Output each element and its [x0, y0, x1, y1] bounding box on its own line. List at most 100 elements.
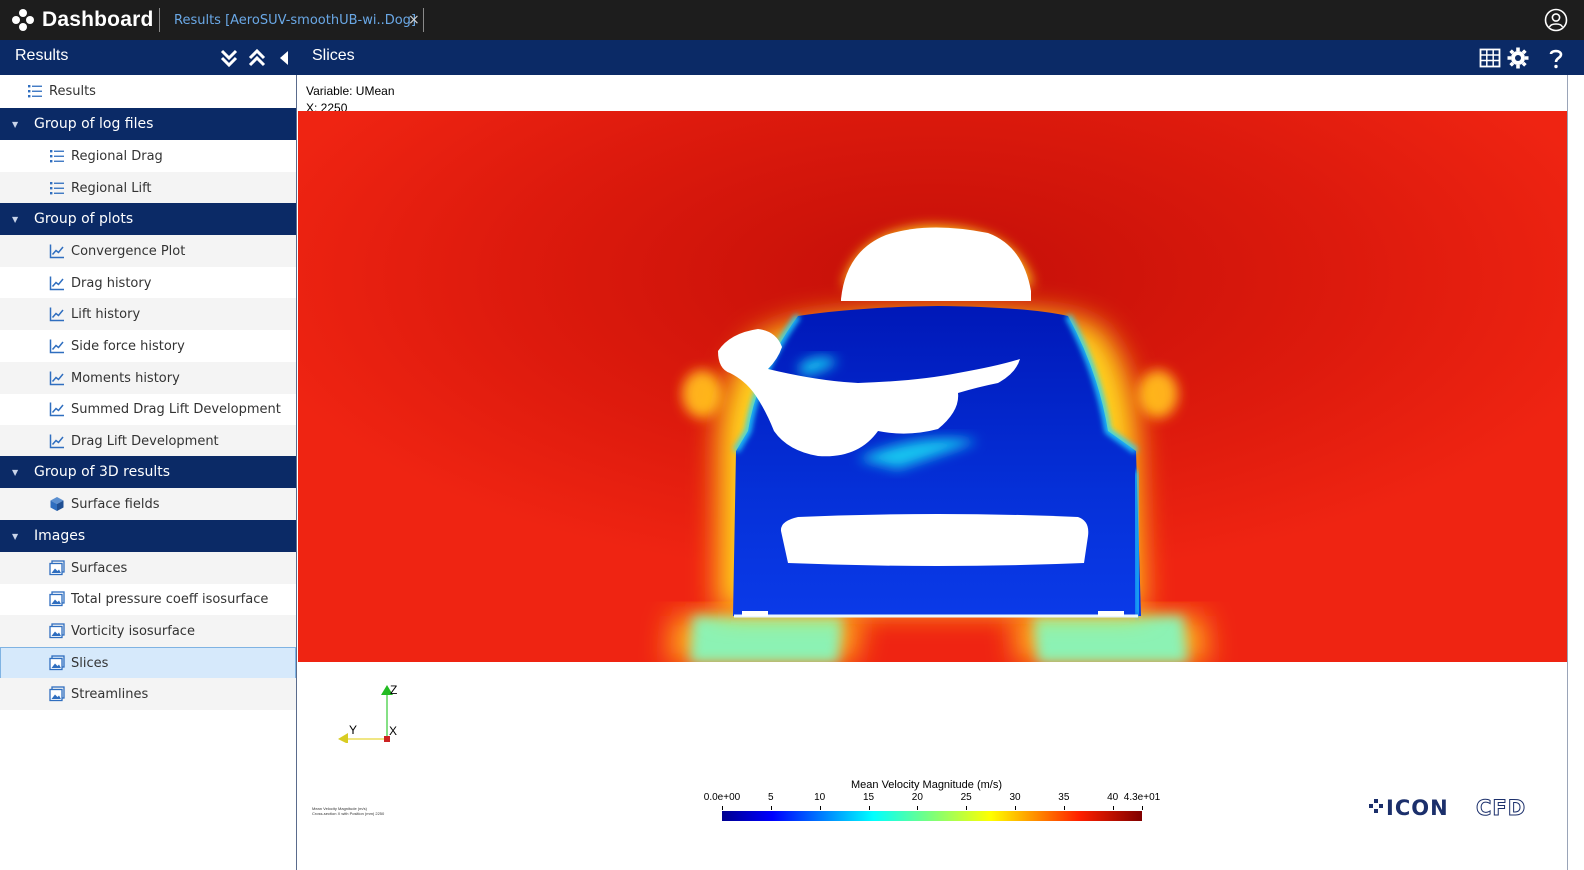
sidebar-item-label: Streamlines: [71, 686, 149, 702]
colorbar-tick-label: 5: [768, 792, 774, 803]
sidebar-item-regional-lift[interactable]: Regional Lift: [0, 172, 296, 204]
group-images[interactable]: ▼ Images: [0, 520, 296, 552]
iconcfd-logo: ICON CFD: [1369, 796, 1526, 821]
line-chart-icon: [49, 307, 64, 322]
colorbar-tick-label: 15: [862, 792, 875, 803]
sidebar-item-moments-history[interactable]: Moments history: [0, 362, 296, 394]
caret-down-icon: ▼: [12, 467, 19, 477]
variable-label: Variable: UMean: [306, 84, 395, 98]
sidebar-item-label: Lift history: [71, 306, 141, 322]
image-icon: [49, 591, 65, 607]
sidebar-item-label: Surfaces: [71, 560, 128, 576]
sidebar-item-label: Drag history: [71, 275, 152, 291]
sidebar-item-convergence-plot[interactable]: Convergence Plot: [0, 235, 296, 267]
image-icon: [49, 623, 65, 639]
close-tab-icon[interactable]: ×: [408, 12, 420, 28]
left-panel-title: Results: [15, 47, 69, 64]
settings-gear-icon[interactable]: [1506, 46, 1530, 70]
sidebar-item-results[interactable]: Results: [0, 75, 296, 107]
cube-icon: [50, 497, 64, 511]
top-separator: [159, 8, 160, 32]
results-tab-label: Results [AeroSUV-smoothUB-wi..Dog]: [174, 12, 417, 28]
colorbar-tick-label: 25: [960, 792, 972, 803]
top-separator: [423, 8, 424, 32]
panel-header-bar: Results Slices: [0, 40, 1584, 75]
sidebar-item-total-pressure[interactable]: Total pressure coeff isosurface: [0, 583, 296, 615]
sidebar-item-label: Moments history: [71, 370, 180, 386]
group-label: Group of log files: [34, 116, 154, 132]
main-panel-title: Slices: [312, 47, 355, 64]
group-label: Group of plots: [34, 211, 134, 227]
line-chart-icon: [49, 339, 64, 354]
sidebar-item-side-force-history[interactable]: Side force history: [0, 330, 296, 362]
colorbar-tick-label: 10: [814, 792, 826, 803]
colorbar-gradient: [722, 811, 1142, 821]
brand[interactable]: Dashboard: [12, 6, 154, 34]
sidebar-item-label: Surface fields: [71, 496, 160, 512]
image-icon: [49, 686, 65, 702]
svg-text:CFD: CFD: [1476, 796, 1526, 820]
list-icon: [50, 150, 64, 163]
logo-text-icon: ICON: [1386, 796, 1449, 820]
sidebar-item-surfaces[interactable]: Surfaces: [0, 552, 296, 584]
colorbar-title: Mean Velocity Magnitude (m/s): [851, 779, 1003, 791]
colorbar-tick-label: 30: [1009, 792, 1021, 803]
collapse-sidebar-icon[interactable]: [272, 46, 296, 70]
viewer-divider: [1567, 75, 1568, 870]
group-plots[interactable]: ▼ Group of plots: [0, 203, 296, 235]
list-icon: [50, 182, 64, 195]
line-chart-icon: [49, 402, 64, 417]
velocity-slice-image: [298, 111, 1568, 663]
expand-all-icon[interactable]: [217, 46, 241, 70]
list-icon: [28, 85, 42, 98]
caret-down-icon: ▼: [12, 119, 19, 129]
sidebar-item-label: Regional Drag: [71, 148, 163, 164]
group-log-files[interactable]: ▼ Group of log files: [0, 108, 296, 140]
results-tab[interactable]: Results [AeroSUV-smoothUB-wi..Dog]: [174, 0, 416, 40]
line-chart-icon: [49, 276, 64, 291]
sidebar-item-label: Vorticity isosurface: [71, 623, 195, 639]
line-chart-icon: [49, 434, 64, 449]
dashboard-logo-icon: [12, 9, 34, 31]
top-bar: Dashboard Results [AeroSUV-smoothUB-wi..…: [0, 0, 1584, 40]
sidebar-item-label: Side force history: [71, 338, 185, 354]
axis-x-label: X: [389, 724, 398, 738]
sidebar-item-vorticity[interactable]: Vorticity isosurface: [0, 615, 296, 647]
results-sidebar: Results ▼ Group of log files Regional Dr…: [0, 75, 297, 870]
image-viewer: Variable: UMean X: 2250 Z Y X Mean Veloc…: [298, 75, 1584, 870]
table-view-icon[interactable]: [1478, 46, 1502, 70]
caret-down-icon: ▼: [12, 214, 19, 224]
sidebar-item-summed-drag-lift[interactable]: Summed Drag Lift Development: [0, 393, 296, 425]
help-icon[interactable]: [1544, 46, 1568, 70]
sidebar-item-surface-fields[interactable]: Surface fields: [0, 488, 296, 520]
sidebar-item-streamlines[interactable]: Streamlines: [0, 678, 296, 710]
sidebar-item-drag-history[interactable]: Drag history: [0, 267, 296, 299]
sidebar-item-label: Convergence Plot: [71, 243, 186, 259]
group-3d-results[interactable]: ▼ Group of 3D results: [0, 456, 296, 488]
user-account-icon[interactable]: [1544, 8, 1568, 32]
sidebar-item-label: Total pressure coeff isosurface: [71, 591, 269, 607]
sidebar-item-label: Results: [49, 83, 96, 99]
line-chart-icon: [49, 371, 64, 386]
sidebar-item-label: Summed Drag Lift Development: [71, 401, 281, 417]
group-label: Images: [34, 528, 86, 544]
colorbar-tick-label: 40: [1107, 792, 1119, 803]
line-chart-icon: [49, 244, 64, 259]
sidebar-item-drag-lift-development[interactable]: Drag Lift Development: [0, 425, 296, 457]
image-icon: [49, 655, 65, 671]
colorbar-tick-mark: [1142, 806, 1143, 810]
tiny-legend-note-2: Cross-section X with Position (mm) 2250: [312, 811, 385, 816]
sidebar-item-lift-history[interactable]: Lift history: [0, 298, 296, 330]
axis-z-label: Z: [390, 683, 398, 697]
sidebar-item-label: Slices: [71, 655, 109, 671]
colorbar-tick-label: 20: [911, 792, 923, 803]
sidebar-item-slices[interactable]: Slices: [0, 647, 296, 679]
colorbar-tick-label: 4.3e+01: [1123, 792, 1161, 803]
collapse-all-icon[interactable]: [245, 46, 269, 70]
app-title: Dashboard: [42, 8, 154, 31]
group-label: Group of 3D results: [34, 464, 171, 480]
sidebar-item-regional-drag[interactable]: Regional Drag: [0, 140, 296, 172]
colorbar-tick-label: 0.0e+00: [703, 792, 741, 803]
axis-y-label: Y: [349, 723, 358, 737]
colorbar-tick-label: 35: [1058, 792, 1070, 803]
